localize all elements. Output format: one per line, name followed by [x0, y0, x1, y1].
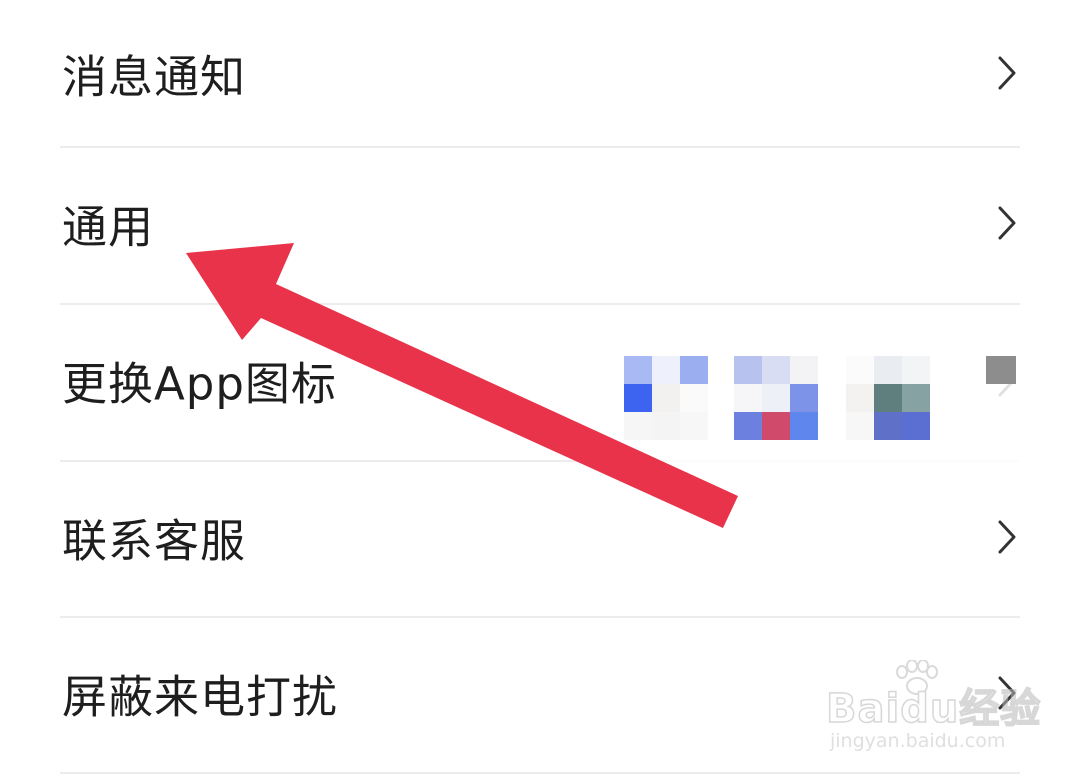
pixel-block — [902, 356, 930, 384]
pixel-block — [846, 412, 874, 440]
pixel-block — [902, 412, 930, 440]
pixel-block — [762, 356, 790, 384]
divider — [60, 303, 1020, 305]
divider — [60, 772, 1020, 774]
pixel-block — [762, 384, 790, 412]
pixel-block — [790, 384, 818, 412]
pixel-block — [734, 356, 762, 384]
settings-item-notifications[interactable]: 消息通知 — [0, 0, 1080, 146]
settings-item-contact-support[interactable]: 联系客服 — [0, 464, 1080, 610]
pixel-block — [680, 384, 708, 412]
pixel-block — [652, 412, 680, 440]
divider — [60, 146, 1020, 148]
pixel-block — [652, 384, 680, 412]
pixel-block — [790, 412, 818, 440]
watermark-url: jingyan.baidu.com — [830, 730, 1006, 752]
app-icon-previews[interactable] — [600, 322, 1020, 472]
pixel-block — [986, 356, 1016, 384]
baidu-jingyan-watermark: Baidu经验 jingyan.baidu.com — [825, 660, 1041, 760]
pixel-block — [846, 356, 874, 384]
chevron-right-icon — [998, 206, 1016, 240]
pixel-block — [624, 356, 652, 384]
pixel-block — [902, 384, 930, 412]
pixel-block — [874, 412, 902, 440]
watermark-brand: Baidu经验 — [825, 685, 1042, 733]
pixel-block — [680, 412, 708, 440]
chevron-right-icon — [998, 56, 1016, 90]
divider — [60, 616, 1020, 618]
pixel-block — [734, 412, 762, 440]
pixel-block — [874, 384, 902, 412]
settings-item-label: 更换App图标 — [62, 357, 337, 411]
chevron-right-icon — [998, 520, 1016, 554]
settings-item-label: 屏蔽来电打扰 — [62, 670, 339, 724]
pixel-block — [846, 384, 874, 412]
pixel-block — [624, 412, 652, 440]
settings-item-label: 消息通知 — [62, 50, 247, 104]
pixel-block — [680, 356, 708, 384]
settings-item-label: 联系客服 — [62, 514, 247, 568]
pixel-block — [652, 356, 680, 384]
pixel-block — [790, 356, 818, 384]
settings-list: 消息通知 通用 更换App图标 联系客服 屏蔽来电打扰 Baidu经验 jing… — [0, 0, 1080, 780]
settings-item-label: 通用 — [62, 200, 155, 254]
settings-item-general[interactable]: 通用 — [0, 150, 1080, 296]
pixel-block — [874, 356, 902, 384]
pixel-block — [734, 384, 762, 412]
pixel-block — [624, 384, 652, 412]
pixel-block — [762, 412, 790, 440]
